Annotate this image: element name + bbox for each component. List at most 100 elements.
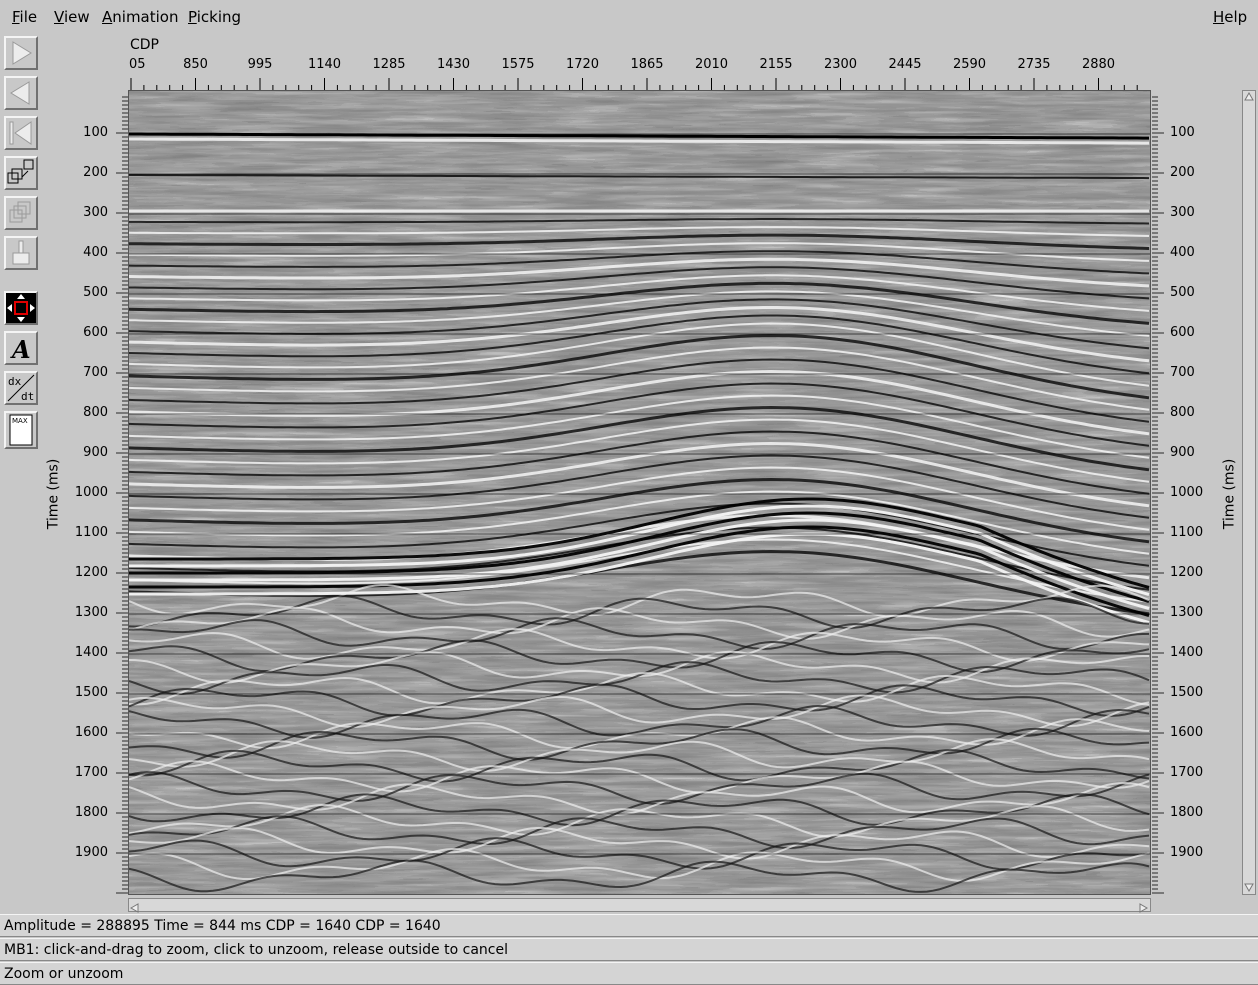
x-tick-label: 2155 <box>759 57 793 72</box>
svg-text:dt: dt <box>21 390 34 403</box>
x-tick-label: 1285 <box>372 57 406 72</box>
y-tick-label-left: 1600 <box>74 725 108 740</box>
x-axis-ticks <box>130 78 1138 90</box>
svg-text:A: A <box>10 335 31 363</box>
svg-text:MAX: MAX <box>12 417 28 425</box>
y-tick-label-right: 1800 <box>1170 805 1204 820</box>
y-tick-label-right: 500 <box>1170 285 1195 300</box>
y-tick-label-right: 1400 <box>1170 645 1204 660</box>
zoom-windows-button[interactable] <box>4 156 38 190</box>
x-tick-label: 2590 <box>952 57 987 72</box>
horizontal-scrollbar[interactable] <box>128 898 1151 913</box>
zoom-drag-icon <box>7 294 35 322</box>
status-mode: Zoom or unzoom <box>0 962 1258 985</box>
scroll-arrows-icon <box>1244 91 1254 893</box>
x-tick-label: 1140 <box>307 57 342 72</box>
y-tick-label-right: 300 <box>1170 205 1195 220</box>
y-tick-label-left: 700 <box>83 365 108 380</box>
y-tick-label-left: 1800 <box>74 805 108 820</box>
svg-text:dx: dx <box>8 375 22 388</box>
y-axis-title-right: Time (ms) <box>1221 458 1238 530</box>
annotate-button[interactable]: A <box>4 331 38 365</box>
y-tick-label-right: 1100 <box>1170 525 1204 540</box>
status-readout: Amplitude = 288895 Time = 844 ms CDP = 1… <box>0 914 1258 937</box>
x-tick-label: 2735 <box>1017 57 1051 72</box>
step-back-button[interactable] <box>4 116 38 150</box>
y-tick-label-right: 1500 <box>1170 685 1204 700</box>
toolbar: A dx dt MAX <box>2 36 40 896</box>
y-tick-label-right: 200 <box>1170 165 1195 180</box>
paint-brush-icon <box>12 240 30 265</box>
y-axis-left-ticks <box>116 96 128 894</box>
y-tick-label-left: 100 <box>83 125 108 140</box>
x-tick-label: 2300 <box>823 57 858 72</box>
y-tick-label-right: 1200 <box>1170 565 1204 580</box>
x-tick-label: 995 <box>247 57 273 72</box>
max-clip-button[interactable]: MAX <box>4 411 38 449</box>
x-tick-label: 1430 <box>436 57 471 72</box>
y-tick-label-left: 1000 <box>74 485 108 500</box>
y-tick-label-left: 1300 <box>74 605 108 620</box>
y-tick-label-right: 900 <box>1170 445 1195 460</box>
y-tick-label-left: 600 <box>83 325 108 340</box>
step-back-icon <box>9 121 32 145</box>
y-tick-label-left: 300 <box>83 205 108 220</box>
x-axis-title: CDP <box>130 37 159 53</box>
max-clip-icon: MAX <box>9 414 33 446</box>
y-tick-label-left: 1400 <box>74 645 108 660</box>
menu-animation[interactable]: Animation <box>102 8 178 26</box>
play-forward-icon <box>12 41 32 65</box>
y-axis-title-left: Time (ms) <box>45 458 62 530</box>
menu-view[interactable]: View <box>54 8 90 26</box>
y-tick-label-left: 400 <box>83 245 108 260</box>
play-forward-button[interactable] <box>4 36 38 70</box>
menu-picking[interactable]: Picking <box>188 8 241 26</box>
x-tick-label: 1720 <box>565 57 600 72</box>
status-mouse-help: MB1: click-and-drag to zoom, click to un… <box>0 938 1258 961</box>
y-tick-label-left: 900 <box>83 445 108 460</box>
dx-dt-button[interactable]: dx dt <box>4 371 38 405</box>
overlay-windows-button[interactable] <box>4 196 38 230</box>
menu-file[interactable]: File <box>12 8 37 26</box>
y-tick-label-right: 1300 <box>1170 605 1204 620</box>
menu-bar: File View Animation Picking Help <box>0 0 1258 34</box>
y-tick-label-left: 800 <box>83 405 108 420</box>
overlay-windows-icon <box>9 201 31 223</box>
paint-button[interactable] <box>4 236 38 270</box>
y-tick-label-left: 500 <box>83 285 108 300</box>
y-tick-label-right: 800 <box>1170 405 1195 420</box>
x-tick-label: 1865 <box>630 57 664 72</box>
zoom-drag-button[interactable] <box>4 291 38 325</box>
y-tick-label-right: 600 <box>1170 325 1195 340</box>
x-tick-label: 2445 <box>888 57 922 72</box>
seismic-section[interactable] <box>128 90 1151 895</box>
y-tick-label-right: 1900 <box>1170 845 1204 860</box>
y-axis-right-ticks <box>1152 96 1164 894</box>
y-tick-label-left: 1700 <box>74 765 108 780</box>
x-tick-label: 850 <box>183 57 208 72</box>
zoom-windows-icon <box>7 159 34 184</box>
play-backward-button[interactable] <box>4 76 38 110</box>
seismic-image <box>129 91 1150 894</box>
y-tick-label-left: 1900 <box>74 845 108 860</box>
y-tick-label-right: 400 <box>1170 245 1195 260</box>
dx-dt-icon: dx dt <box>7 374 35 403</box>
y-tick-label-right: 100 <box>1170 125 1195 140</box>
menu-help[interactable]: Help <box>1213 8 1247 26</box>
x-tick-label: 2880 <box>1081 57 1116 72</box>
y-tick-label-left: 1500 <box>74 685 108 700</box>
y-tick-label-left: 1100 <box>74 525 108 540</box>
x-tick-label: 2010 <box>694 57 729 72</box>
y-tick-label-left: 200 <box>83 165 108 180</box>
annotate-text-icon: A <box>10 335 31 363</box>
y-tick-label-right: 1000 <box>1170 485 1204 500</box>
y-tick-label-right: 1700 <box>1170 765 1204 780</box>
vertical-scrollbar[interactable] <box>1242 90 1256 895</box>
x-tick-label: 05 <box>129 57 146 72</box>
y-tick-label-right: 700 <box>1170 365 1195 380</box>
y-tick-label-left: 1200 <box>74 565 108 580</box>
y-tick-label-right: 1600 <box>1170 725 1204 740</box>
x-tick-label: 1575 <box>501 57 535 72</box>
scroll-arrows-icon <box>129 903 1149 913</box>
play-backward-icon <box>10 81 30 105</box>
